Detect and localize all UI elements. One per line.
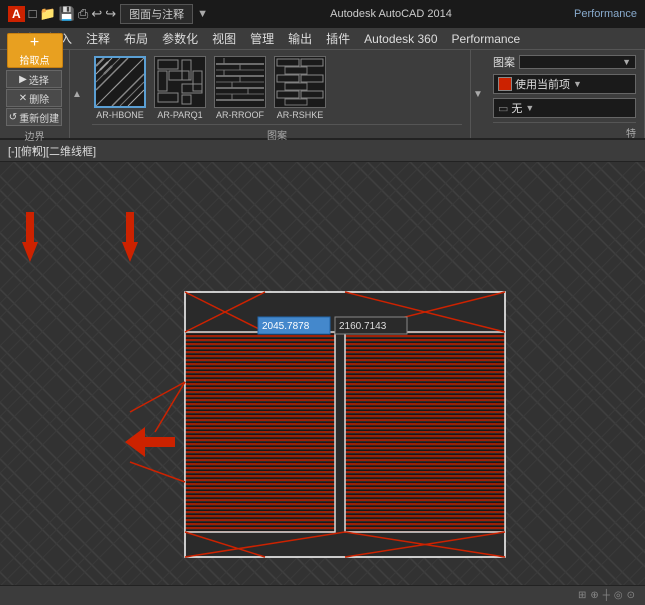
workspace-arrow[interactable]: ▼ — [197, 8, 208, 20]
pattern-rroof-box — [214, 56, 266, 108]
scroll-down-arrow[interactable]: ▼ — [473, 89, 483, 100]
viewport-label: [-][俯视][二维线框] — [8, 143, 96, 159]
title-left: A □ 📁 💾 ⎙ ↩ ↪ 图面与注释 ▼ — [8, 4, 208, 24]
row-none: ▭ 无 ▼ — [493, 98, 636, 118]
snap-icon[interactable]: ⊕ — [590, 590, 598, 601]
recreate-button[interactable]: ↺ 重新创建 — [6, 108, 62, 126]
undo-btn[interactable]: ↩ — [91, 6, 102, 22]
new-btn[interactable]: □ — [29, 6, 37, 22]
boundary-section-label: 边界 — [25, 128, 45, 143]
pattern-rroof[interactable]: AR-RROOF — [212, 54, 268, 122]
polar-icon[interactable]: ◎ — [614, 590, 623, 601]
redo-btn[interactable]: ↪ — [105, 6, 116, 22]
app-title: Autodesk AutoCAD 2014 — [330, 8, 452, 20]
workspace-label: 图面与注释 — [120, 4, 193, 24]
rroof-label: AR-RROOF — [216, 110, 264, 120]
pick-label: 拾取点 — [20, 52, 50, 67]
coord2-text: 2160.7143 — [339, 321, 387, 332]
menu-adsk360[interactable]: Autodesk 360 — [358, 30, 443, 48]
select-button[interactable]: ▶ 选择 — [6, 70, 62, 88]
menu-parametric[interactable]: 参数化 — [156, 28, 204, 49]
canvas-area[interactable]: 2045.7878 2160.7143 — [0, 162, 645, 585]
performance-label[interactable]: Performance — [574, 8, 637, 20]
hbone-label: AR-HBONE — [96, 110, 144, 120]
pattern-dd-arrow: ▼ — [622, 57, 631, 67]
select-icon: ▶ — [19, 74, 27, 85]
current-label: 使用当前项 — [515, 76, 570, 92]
menu-output[interactable]: 输出 — [282, 28, 318, 49]
current-dd-arrow: ▼ — [573, 79, 582, 89]
delete-label: 删除 — [29, 91, 49, 106]
drawing-canvas: 2045.7878 2160.7143 — [0, 162, 645, 585]
title-center: Autodesk AutoCAD 2014 — [208, 8, 574, 20]
title-right: Performance — [574, 8, 637, 20]
app-icon: A — [8, 6, 25, 22]
pattern-rshke-box — [274, 56, 326, 108]
title-bar: A □ 📁 💾 ⎙ ↩ ↪ 图面与注释 ▼ Autodesk AutoCAD 2… — [0, 0, 645, 28]
current-dropdown[interactable]: 使用当前项 ▼ — [493, 74, 636, 94]
right-section-label: 特 — [493, 122, 636, 140]
pattern-dropdown[interactable]: ▼ — [519, 55, 636, 69]
status-bar: [-][俯视][二维线框] — [0, 140, 645, 162]
row-pattern: 图案 ▼ — [493, 54, 636, 70]
pattern-parq1[interactable]: AR-PARQ1 — [152, 54, 208, 122]
parq1-label: AR-PARQ1 — [157, 110, 202, 120]
pattern-section-label: 图案 — [92, 124, 462, 142]
pick-point-button[interactable]: + 拾取点 — [7, 33, 63, 68]
delete-icon: ✕ — [19, 93, 27, 104]
menu-view[interactable]: 视图 — [206, 28, 242, 49]
pattern-prop-label: 图案 — [493, 54, 515, 70]
print-btn[interactable]: ⎙ — [78, 6, 88, 22]
menu-annotate[interactable]: 注释 — [80, 28, 116, 49]
none-dropdown[interactable]: ▭ 无 ▼ — [493, 98, 636, 118]
osnap-icon[interactable]: ⊙ — [627, 590, 635, 601]
ortho-icon[interactable]: ┼ — [603, 590, 610, 601]
recreate-icon: ↺ — [9, 112, 17, 123]
grid-icon[interactable]: ⊞ — [578, 590, 586, 601]
rshke-label: AR-RSHKE — [277, 110, 324, 120]
none-icon: ▭ — [498, 102, 508, 115]
ribbon-scroll-up: ▲ — [70, 50, 84, 138]
ribbon-boundary-section: + 拾取点 ▶ 选择 ✕ 删除 ↺ 重新创建 边界 ▼ — [0, 50, 70, 138]
pattern-items-row: AR-HBONE AR-PA — [92, 54, 462, 122]
color-swatch — [498, 77, 512, 91]
menu-manage[interactable]: 管理 — [244, 28, 280, 49]
none-dd-arrow: ▼ — [525, 103, 534, 113]
ribbon-patterns-section: AR-HBONE AR-PA — [84, 50, 471, 138]
recreate-label: 重新创建 — [19, 110, 59, 125]
row-current: 使用当前项 ▼ — [493, 74, 636, 94]
menu-layout[interactable]: 布局 — [118, 28, 154, 49]
scroll-up-arrow[interactable]: ▲ — [72, 89, 82, 100]
pattern-hbone[interactable]: AR-HBONE — [92, 54, 148, 122]
ribbon-right-section: 图案 ▼ 使用当前项 ▼ ▭ 无 ▼ 特 — [485, 50, 645, 138]
menu-bar: 默认 插入 注释 布局 参数化 视图 管理 输出 插件 Autodesk 360… — [0, 28, 645, 50]
bottom-bar: ⊞ ⊕ ┼ ◎ ⊙ — [0, 585, 645, 605]
select-label: 选择 — [29, 72, 49, 87]
menu-performance[interactable]: Performance — [446, 30, 527, 48]
menu-plugins[interactable]: 插件 — [320, 28, 356, 49]
pattern-hbone-box — [94, 56, 146, 108]
pick-icon: + — [30, 34, 39, 52]
ribbon-scroll-down: ▼ — [471, 50, 485, 138]
coord1-text: 2045.7878 — [262, 321, 310, 332]
delete-button[interactable]: ✕ 删除 — [6, 89, 62, 107]
pattern-rshke[interactable]: AR-RSHKE — [272, 54, 328, 122]
ribbon: + 拾取点 ▶ 选择 ✕ 删除 ↺ 重新创建 边界 ▼ ▲ — [0, 50, 645, 140]
pattern-parq1-box — [154, 56, 206, 108]
save-btn[interactable]: 💾 — [59, 6, 75, 22]
none-label: 无 — [511, 100, 522, 116]
open-btn[interactable]: 📁 — [40, 6, 56, 22]
quick-access: □ 📁 💾 ⎙ ↩ ↪ — [29, 6, 116, 22]
